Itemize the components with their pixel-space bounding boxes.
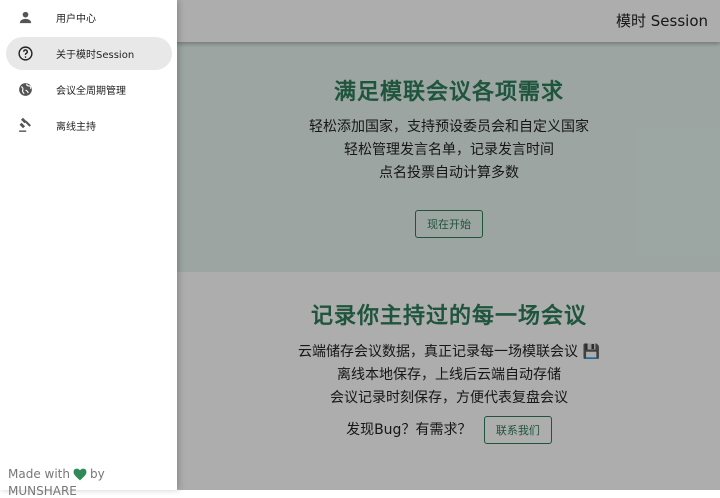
made-with-text: Made with <box>8 467 70 481</box>
heart-icon <box>73 468 87 484</box>
help-icon <box>17 45 34 62</box>
globe-icon <box>17 81 34 98</box>
drawer-item-offline-host[interactable]: 离线主持 <box>6 109 172 142</box>
drawer-item-label: 用户中心 <box>56 14 96 25</box>
drawer-item-label: 关于模时Session <box>56 50 135 61</box>
drawer-item-user-center[interactable]: 用户中心 <box>6 1 172 34</box>
person-icon <box>17 9 34 26</box>
drawer-item-about[interactable]: 关于模时Session <box>6 37 172 70</box>
gavel-icon <box>17 117 34 134</box>
drawer-item-meeting-lifecycle[interactable]: 会议全周期管理 <box>6 73 172 106</box>
made-with-footer: Made with by MUNSHARE <box>8 467 177 498</box>
drawer-item-label: 离线主持 <box>56 122 96 133</box>
drawer-item-label: 会议全周期管理 <box>56 86 126 97</box>
navigation-drawer: 用户中心 关于模时Session 会议全周期管理 离线主持 Made with b… <box>0 0 177 498</box>
